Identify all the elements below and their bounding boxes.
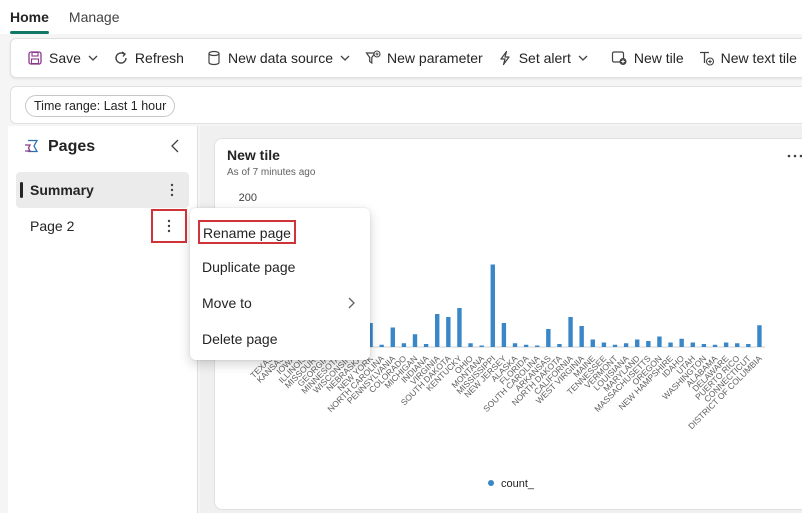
- refresh-icon: [115, 51, 127, 64]
- bar[interactable]: [490, 264, 495, 348]
- bar[interactable]: [501, 323, 507, 347]
- more-options-button[interactable]: [151, 209, 187, 243]
- chevron-left-icon[interactable]: [168, 138, 182, 154]
- bar[interactable]: [468, 343, 473, 347]
- page-label: Summary: [30, 182, 94, 198]
- text-add-icon: [699, 51, 714, 66]
- page-item-summary[interactable]: Summary: [16, 172, 189, 208]
- tab-manage[interactable]: Manage: [59, 9, 130, 34]
- pages-header: Pages: [22, 138, 95, 156]
- new-text-tile-button[interactable]: New text tile: [694, 44, 801, 72]
- bar[interactable]: [746, 344, 751, 347]
- refresh-button[interactable]: Refresh: [109, 44, 188, 72]
- bar[interactable]: [523, 344, 529, 347]
- legend-label[interactable]: count_: [501, 478, 535, 490]
- refresh-label: Refresh: [134, 50, 184, 66]
- time-range-filter[interactable]: Time range: Last 1 hour: [25, 95, 176, 117]
- page-item-page-2[interactable]: Page 2: [16, 208, 189, 244]
- page-context-menu: Rename page Duplicate page Move to Delet…: [190, 208, 370, 360]
- legend-marker: [488, 480, 494, 486]
- more-vertical-icon: [170, 183, 174, 197]
- menu-item-rename-page[interactable]: Rename page: [198, 220, 296, 244]
- bar[interactable]: [646, 341, 651, 347]
- set-alert-button[interactable]: Set alert: [493, 44, 593, 72]
- menu-item-duplicate-page[interactable]: Duplicate page: [202, 256, 295, 280]
- bar[interactable]: [535, 345, 540, 348]
- bar[interactable]: [590, 339, 595, 348]
- bar[interactable]: [390, 327, 395, 348]
- more-vertical-icon: [167, 219, 171, 233]
- menu-item-label: Move to: [202, 295, 252, 311]
- ribbon-tabs: Home Manage: [0, 0, 802, 34]
- bar[interactable]: [412, 334, 418, 347]
- bar[interactable]: [612, 344, 618, 347]
- bar[interactable]: [701, 344, 707, 347]
- more-options-button[interactable]: [163, 181, 181, 199]
- bar[interactable]: [668, 342, 673, 348]
- bar[interactable]: [657, 336, 662, 348]
- bar[interactable]: [757, 325, 762, 347]
- bar[interactable]: [635, 339, 640, 348]
- more-horizontal-icon[interactable]: [787, 153, 802, 159]
- new-parameter-label: New parameter: [387, 50, 483, 66]
- save-label: Save: [49, 50, 81, 66]
- bar[interactable]: [712, 344, 718, 347]
- new-data-source-button[interactable]: New data source: [202, 44, 355, 72]
- bar[interactable]: [446, 317, 451, 347]
- filter-add-icon: [365, 50, 381, 65]
- save-icon: [28, 51, 42, 65]
- bar[interactable]: [401, 343, 407, 347]
- menu-item-move-to[interactable]: Move to: [202, 292, 362, 316]
- save-button[interactable]: Save: [23, 44, 103, 72]
- database-icon: [208, 50, 220, 66]
- bar[interactable]: [679, 338, 684, 347]
- bar[interactable]: [512, 343, 518, 347]
- bar[interactable]: [601, 342, 607, 348]
- chevron-down-icon[interactable]: [87, 52, 99, 64]
- tile-subtitle: As of 7 minutes ago: [227, 167, 316, 178]
- set-alert-label: Set alert: [518, 50, 571, 66]
- filter-bar: Time range: Last 1 hour: [10, 86, 802, 124]
- chevron-down-icon[interactable]: [577, 52, 589, 64]
- bar[interactable]: [579, 326, 584, 347]
- pages-pane: Pages Summary Page 2: [8, 126, 198, 513]
- bar[interactable]: [379, 344, 384, 347]
- flash-icon: [500, 50, 510, 66]
- new-text-tile-label: New text tile: [720, 50, 797, 66]
- page-label: Page 2: [30, 218, 75, 234]
- new-data-source-label: New data source: [227, 50, 334, 66]
- tile-title: New tile: [227, 147, 280, 163]
- bar[interactable]: [723, 342, 729, 348]
- bar[interactable]: [435, 314, 440, 347]
- menu-item-delete-page[interactable]: Delete page: [202, 328, 278, 352]
- tile-add-icon: [611, 51, 627, 65]
- y-tick-label: 200: [239, 192, 257, 204]
- bar[interactable]: [479, 345, 484, 348]
- new-tile-button[interactable]: New tile: [607, 44, 688, 72]
- bar[interactable]: [557, 344, 562, 347]
- bar[interactable]: [457, 308, 462, 347]
- bar[interactable]: [735, 343, 740, 347]
- bar[interactable]: [568, 317, 573, 347]
- new-tile-label: New tile: [633, 50, 684, 66]
- toolbar: Save Refresh New data source New paramet…: [10, 38, 802, 78]
- bar[interactable]: [690, 342, 695, 348]
- chevron-down-icon[interactable]: [339, 52, 351, 64]
- pages-icon: [25, 139, 39, 153]
- pages-title: Pages: [48, 138, 96, 155]
- tab-home[interactable]: Home: [0, 9, 59, 34]
- chevron-right-icon: [348, 297, 355, 309]
- new-parameter-button[interactable]: New parameter: [361, 44, 487, 72]
- bar[interactable]: [546, 329, 551, 347]
- bar[interactable]: [423, 344, 429, 347]
- bar[interactable]: [623, 343, 629, 347]
